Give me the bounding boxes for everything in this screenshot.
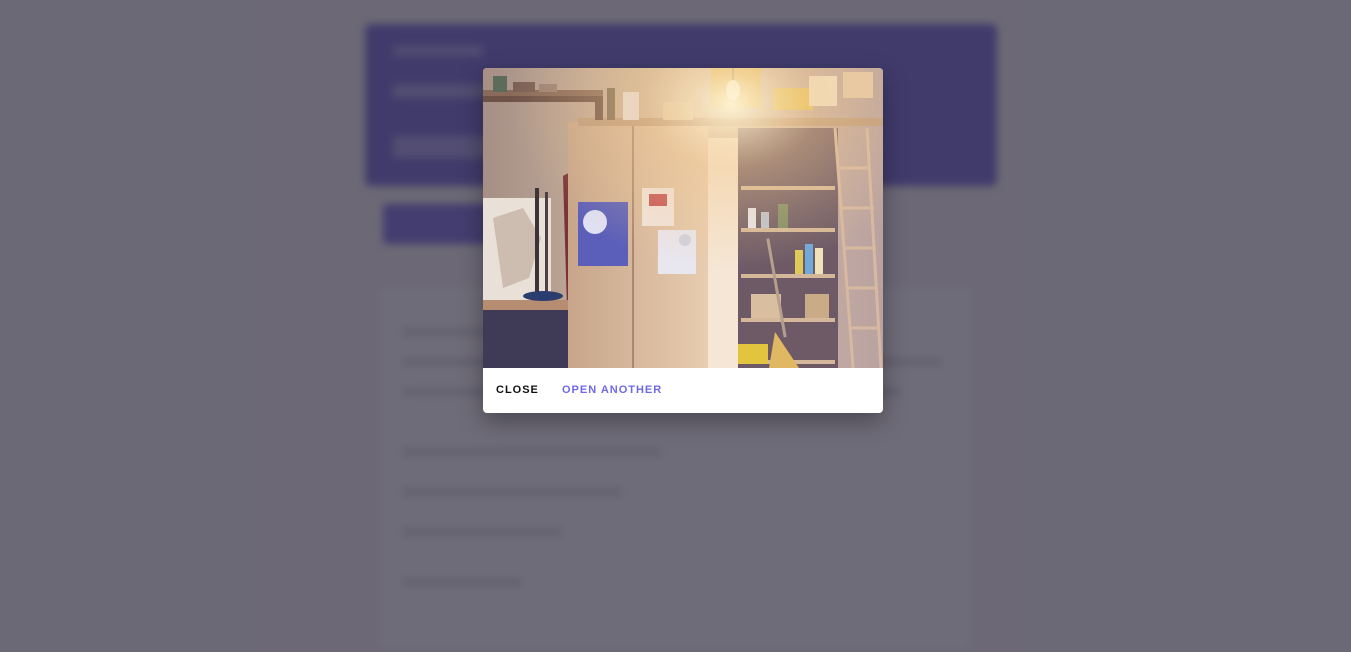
storage-room-illustration [483,68,883,368]
image-modal: CLOSE OPEN ANOTHER [483,68,883,413]
close-button[interactable]: CLOSE [483,368,552,413]
open-another-button[interactable]: OPEN ANOTHER [549,368,675,413]
modal-actions: CLOSE OPEN ANOTHER [483,368,883,413]
